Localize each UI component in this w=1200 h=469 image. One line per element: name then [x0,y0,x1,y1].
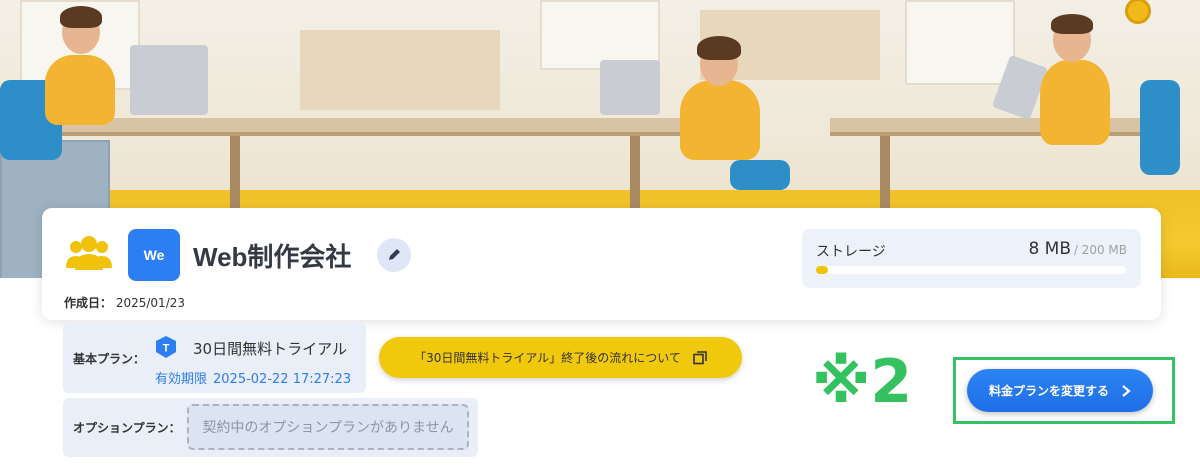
plan-expiry-label: 有効期限 [155,372,208,387]
banner-window [905,0,1015,85]
basic-plan-name: 30日間無料トライアル [193,340,347,358]
created-date-value: 2025/01/23 [115,296,186,310]
storage-used: 8 MB [1028,239,1071,259]
created-date-label: 作成日： [64,296,113,310]
option-plan-row: オプションプラン： 契約中のオプションプランがありません [63,398,478,457]
storage-progress-fill [816,266,829,274]
basic-plan-label: 基本プラン： [73,352,146,366]
trial-info-label: 「30日間無料トライアル」終了後の流れについて [414,351,681,365]
company-avatar: We [128,229,180,281]
banner-person [680,80,760,160]
banner-person [1040,60,1110,145]
banner-desk-leg [880,136,890,216]
pencil-icon [389,249,400,260]
option-plan-empty: 契約中のオプションプランがありません [187,404,469,450]
storage-progress-bar [816,266,1126,274]
banner-desk [40,118,690,136]
banner-person-hair [697,36,741,60]
trial-badge-icon: T [156,336,176,358]
banner-desk-leg [230,136,240,216]
basic-plan-row: 基本プラン： T 30日間無料トライアル 有効期限 2025-02-22 17:2… [63,323,366,393]
group-icon [66,236,112,270]
banner-desk-leg [630,136,640,216]
plan-expiry: 有効期限 2025-02-22 17:27:23 [155,368,351,387]
storage-panel: ストレージ 8 MB / 200 MB [802,229,1141,288]
created-date: 作成日： 2025/01/23 [64,294,185,311]
banner-person-hair [1051,14,1093,34]
banner-chair [1140,80,1180,175]
trial-badge-letter: T [163,343,170,355]
banner-person-hair [60,6,102,28]
plan-expiry-value: 2025-02-22 17:27:23 [213,372,352,387]
edit-company-name-button[interactable] [377,238,411,272]
company-name: Web制作会社 [193,242,352,272]
banner-desk [830,118,1170,136]
banner-person [45,55,115,125]
copy-icon [693,350,707,364]
change-plan-label: 料金プランを変更する [988,384,1109,398]
option-plan-label: オプションプラン： [73,421,181,435]
change-plan-button[interactable]: 料金プランを変更する [967,369,1153,412]
banner-laptop [600,60,660,115]
banner-lamp [1125,0,1151,24]
annotation-mark: ※2 [812,347,913,417]
banner-wall-shelf [300,30,500,110]
storage-total: / 200 MB [1073,243,1127,257]
banner-laptop [130,45,208,115]
banner-chair [730,160,790,190]
chevron-right-icon [1122,384,1131,397]
storage-label: ストレージ [816,244,886,260]
trial-info-button[interactable]: 「30日間無料トライアル」終了後の流れについて [379,337,742,378]
